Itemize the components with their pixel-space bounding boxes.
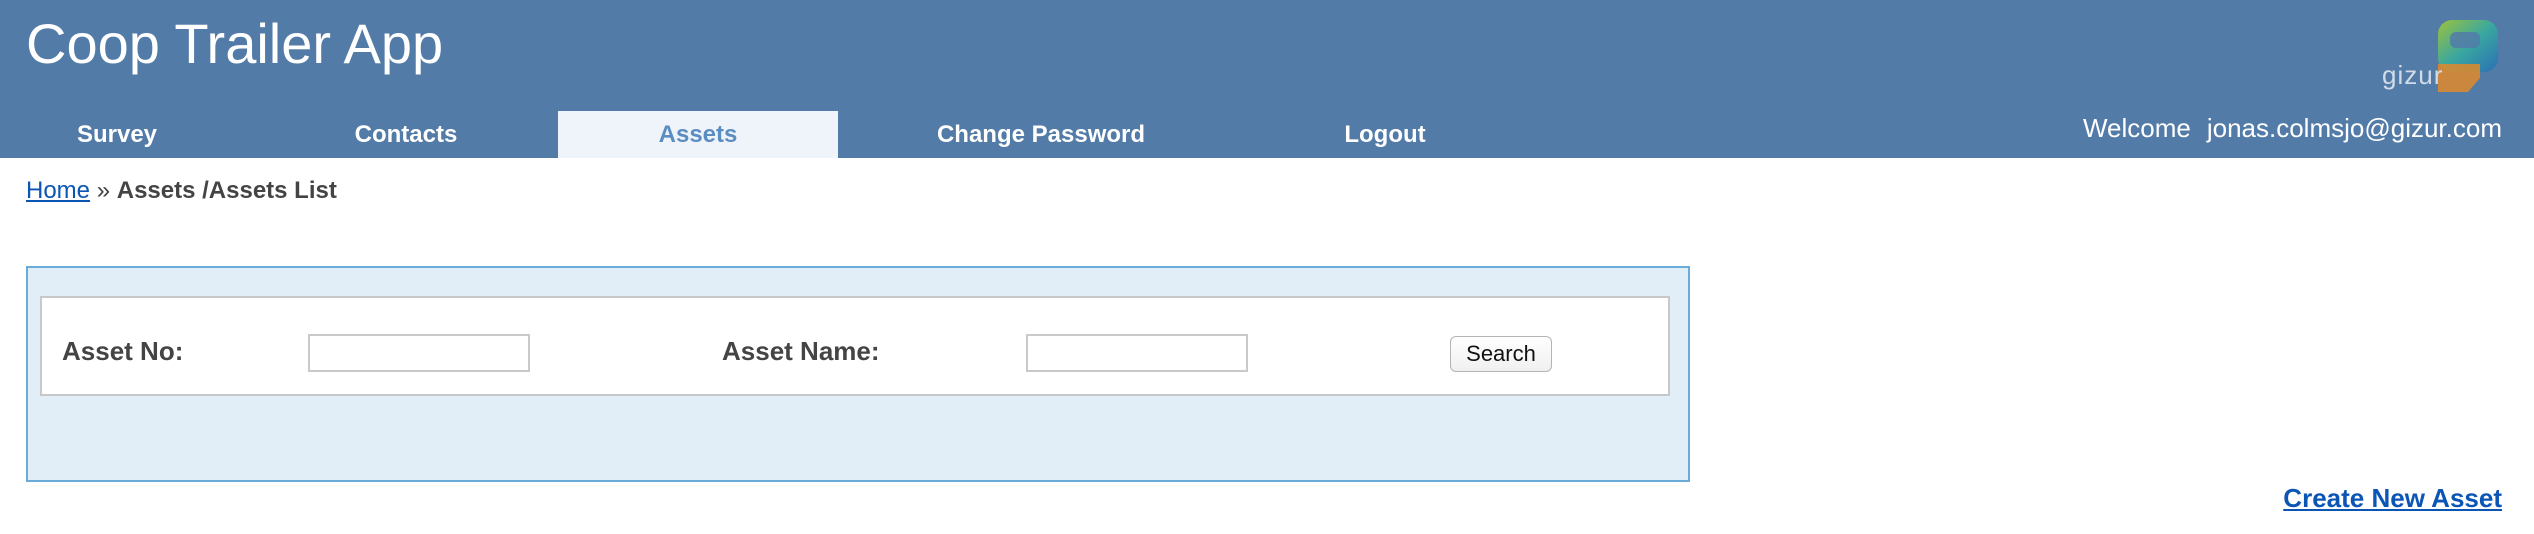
create-new-asset-link[interactable]: Create New Asset bbox=[2283, 482, 2502, 514]
welcome-message: Welcome jonas.colmsjo@gizur.com bbox=[2083, 108, 2502, 148]
breadcrumb-home-link[interactable]: Home bbox=[26, 177, 90, 204]
nav-tab-assets[interactable]: Assets bbox=[558, 111, 838, 158]
search-form: Asset No: Asset Name: Search bbox=[40, 296, 1670, 396]
logo-text: gizur bbox=[2382, 60, 2444, 90]
search-button[interactable]: Search bbox=[1450, 336, 1552, 372]
breadcrumb: Home » Assets /Assets List bbox=[26, 176, 337, 206]
user-email: jonas.colmsjo@gizur.com bbox=[2206, 113, 2502, 143]
search-panel: Asset No: Asset Name: Search bbox=[26, 266, 1690, 482]
app-header: Coop Trailer App gizur Survey Contacts A… bbox=[0, 0, 2534, 158]
nav-tab-change-password[interactable]: Change Password bbox=[900, 111, 1182, 158]
nav-tab-survey[interactable]: Survey bbox=[38, 111, 196, 158]
welcome-label: Welcome bbox=[2082, 113, 2191, 143]
asset-name-input[interactable] bbox=[1026, 334, 1248, 372]
breadcrumb-separator: » bbox=[96, 177, 111, 204]
nav-tab-contacts[interactable]: Contacts bbox=[306, 111, 506, 158]
asset-no-label: Asset No: bbox=[62, 336, 184, 366]
asset-name-label: Asset Name: bbox=[722, 336, 880, 366]
asset-no-input[interactable] bbox=[308, 334, 530, 372]
main-nav: Survey Contacts Assets Change Password L… bbox=[0, 111, 1500, 158]
breadcrumb-current: Assets /Assets List bbox=[116, 177, 337, 204]
nav-tab-logout[interactable]: Logout bbox=[1296, 111, 1474, 158]
app-title: Coop Trailer App bbox=[26, 12, 444, 75]
